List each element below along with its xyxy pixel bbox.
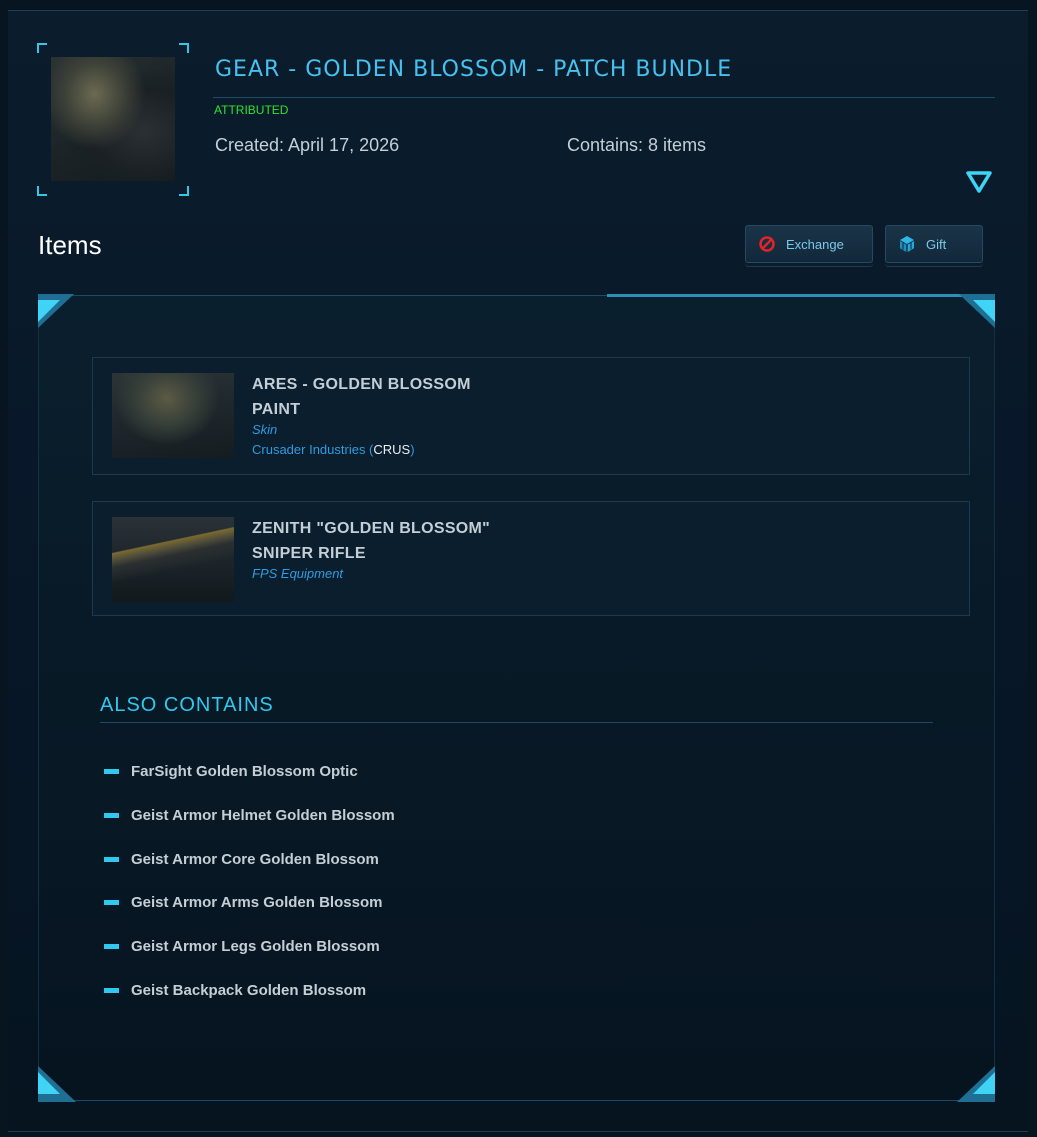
also-contains-heading: ALSO CONTAINS <box>100 694 274 716</box>
bullet-dash-icon <box>104 812 119 818</box>
bullet-dash-icon <box>104 899 119 905</box>
panel-corner-br <box>957 1066 995 1102</box>
list-item-label: Geist Armor Core Golden Blossom <box>131 850 379 868</box>
item-type: Skin <box>252 422 278 437</box>
item-title: ZENITH "GOLDEN BLOSSOM" SNIPER RIFLE <box>252 516 652 566</box>
item-title-line: SNIPER RIFLE <box>252 545 366 562</box>
item-count: Contains: 8 items <box>567 135 707 155</box>
item-image <box>112 517 234 602</box>
item-manufacturer: Crusader Industries (CRUS) <box>252 442 415 457</box>
list-item: Geist Armor Legs Golden Blossom <box>104 936 380 956</box>
manufacturer-name: Crusader Industries ( <box>252 442 374 457</box>
list-item-label: Geist Armor Arms Golden Blossom <box>131 893 383 911</box>
created-date: Created: April 17, 2026 <box>215 135 400 155</box>
manufacturer-close: ) <box>410 442 415 457</box>
item-title: ARES - GOLDEN BLOSSOM PAINT <box>252 372 652 422</box>
triangle-down-icon <box>966 171 992 193</box>
item-type: FPS Equipment <box>252 566 344 581</box>
panel-accent-bar <box>607 294 967 297</box>
items-heading: Items <box>38 230 102 260</box>
list-item-label: FarSight Golden Blossom Optic <box>131 762 358 780</box>
item-title-line: PAINT <box>252 401 301 418</box>
frame-corner <box>179 43 189 53</box>
also-contains-divider <box>100 722 933 723</box>
item-title-line: ARES - GOLDEN BLOSSOM <box>252 376 471 393</box>
gift-button[interactable]: Gift <box>885 225 983 263</box>
expand-toggle[interactable] <box>965 170 993 194</box>
gift-cube-icon <box>900 236 914 252</box>
bullet-dash-icon <box>104 856 119 862</box>
exchange-button[interactable]: Exchange <box>745 225 873 263</box>
panel-corner-bl <box>38 1066 76 1102</box>
list-item: Geist Armor Helmet Golden Blossom <box>104 805 395 825</box>
item-card[interactable]: ZENITH "GOLDEN BLOSSOM" SNIPER RIFLE FPS… <box>92 501 970 616</box>
exchange-label: Exchange <box>786 236 844 252</box>
title-divider <box>213 97 995 98</box>
list-item-label: Geist Armor Helmet Golden Blossom <box>131 806 395 824</box>
item-title-line: ZENITH "GOLDEN BLOSSOM" <box>252 520 491 537</box>
gift-label: Gift <box>926 236 947 252</box>
item-image <box>112 373 234 458</box>
bullet-dash-icon <box>104 768 119 774</box>
bundle-image <box>51 57 175 181</box>
manufacturer-code: CRUS <box>373 442 411 457</box>
panel-divider <box>38 1100 995 1101</box>
bullet-dash-icon <box>104 943 119 949</box>
prohibited-icon <box>759 236 775 252</box>
list-item: FarSight Golden Blossom Optic <box>104 761 358 781</box>
status-badge: ATTRIBUTED <box>214 103 289 117</box>
bundle-thumbnail[interactable] <box>37 43 189 196</box>
panel-corner-tl <box>38 294 74 328</box>
panel-corner-tr <box>959 294 995 328</box>
list-item-label: Geist Armor Legs Golden Blossom <box>131 937 380 955</box>
list-item-label: Geist Backpack Golden Blossom <box>131 981 367 999</box>
item-card[interactable]: ARES - GOLDEN BLOSSOM PAINT Skin Crusade… <box>92 357 970 475</box>
frame-corner <box>179 186 189 196</box>
frame-corner <box>37 186 47 196</box>
bundle-title: GEAR - GOLDEN BLOSSOM - PATCH BUNDLE <box>215 57 733 82</box>
bullet-dash-icon <box>104 987 119 993</box>
frame-corner <box>37 43 47 53</box>
list-item: Geist Backpack Golden Blossom <box>104 980 366 1000</box>
list-item: Geist Armor Arms Golden Blossom <box>104 892 382 912</box>
list-item: Geist Armor Core Golden Blossom <box>104 849 379 869</box>
